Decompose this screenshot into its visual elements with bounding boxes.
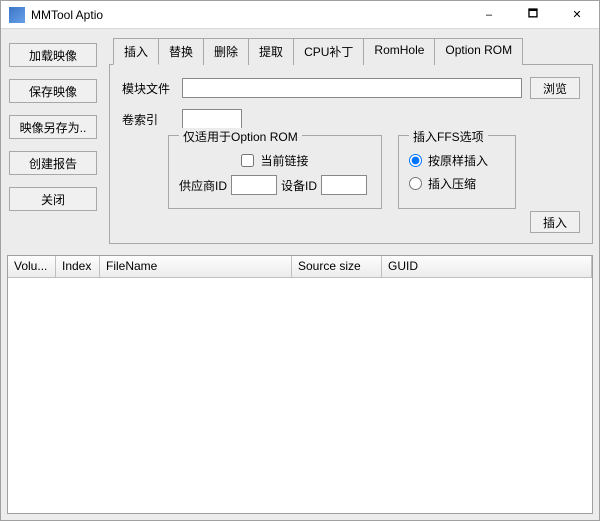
group-ffs-legend: 插入FFS选项: [409, 128, 488, 145]
current-link-checkbox-row[interactable]: 当前链接: [179, 152, 371, 169]
radio-insert-asis-label: 按原样插入: [428, 152, 488, 169]
titlebar: MMTool Aptio – 🗖 ✕: [1, 1, 599, 29]
app-window: MMTool Aptio – 🗖 ✕ 加载映像 保存映像 映像另存为.. 创建报…: [0, 0, 600, 521]
module-table: Volu... Index FileName Source size GUID: [7, 255, 593, 514]
window-title: MMTool Aptio: [31, 8, 103, 22]
col-volume[interactable]: Volu...: [8, 256, 56, 277]
tab-replace[interactable]: 替换: [158, 38, 204, 65]
module-file-input[interactable]: [182, 78, 522, 98]
tab-strip: 插入 替换 删除 提取 CPU补丁 RomHole Option ROM: [109, 38, 593, 65]
device-id-input[interactable]: [321, 175, 367, 195]
vendor-id-input[interactable]: [231, 175, 277, 195]
volume-index-label: 卷索引: [122, 111, 174, 128]
tab-body-insert: 模块文件 浏览 卷索引 仅适用于Option ROM 当前链接 供应商ID: [109, 64, 593, 244]
tab-delete[interactable]: 删除: [203, 38, 249, 65]
radio-insert-asis-row[interactable]: 按原样插入: [409, 152, 505, 169]
insert-button[interactable]: 插入: [530, 211, 580, 233]
tab-cpu-patch[interactable]: CPU补丁: [293, 38, 364, 65]
minimize-button[interactable]: –: [467, 1, 511, 29]
tab-romhole[interactable]: RomHole: [363, 38, 435, 65]
group-option-rom: 仅适用于Option ROM 当前链接 供应商ID 设备ID: [168, 135, 382, 209]
radio-insert-asis[interactable]: [409, 154, 422, 167]
col-filename[interactable]: FileName: [100, 256, 292, 277]
tab-panel: 插入 替换 删除 提取 CPU补丁 RomHole Option ROM 模块文…: [109, 37, 593, 247]
close-file-button[interactable]: 关闭: [9, 187, 97, 211]
create-report-button[interactable]: 创建报告: [9, 151, 97, 175]
col-index[interactable]: Index: [56, 256, 100, 277]
close-button[interactable]: ✕: [555, 1, 599, 29]
table-body[interactable]: [8, 278, 592, 513]
current-link-label: 当前链接: [260, 152, 308, 169]
group-ffs-options: 插入FFS选项 按原样插入 插入压缩: [398, 135, 516, 209]
browse-button[interactable]: 浏览: [530, 77, 580, 99]
load-image-button[interactable]: 加载映像: [9, 43, 97, 67]
tab-insert[interactable]: 插入: [113, 38, 159, 65]
module-file-label: 模块文件: [122, 80, 174, 97]
device-id-label: 设备ID: [281, 177, 317, 194]
save-image-as-button[interactable]: 映像另存为..: [9, 115, 97, 139]
client-area: 加载映像 保存映像 映像另存为.. 创建报告 关闭 插入 替换 删除 提取 CP…: [1, 29, 599, 520]
col-guid[interactable]: GUID: [382, 256, 592, 277]
tab-extract[interactable]: 提取: [248, 38, 294, 65]
radio-insert-compress-label: 插入压缩: [428, 175, 476, 192]
vendor-id-label: 供应商ID: [179, 177, 227, 194]
radio-insert-compress-row[interactable]: 插入压缩: [409, 175, 505, 192]
current-link-checkbox[interactable]: [241, 154, 254, 167]
app-icon: [9, 7, 25, 23]
col-sourcesize[interactable]: Source size: [292, 256, 382, 277]
tab-option-rom[interactable]: Option ROM: [434, 38, 523, 65]
volume-index-input[interactable]: [182, 109, 242, 129]
table-header: Volu... Index FileName Source size GUID: [8, 256, 592, 278]
sidebar: 加载映像 保存映像 映像另存为.. 创建报告 关闭: [9, 43, 97, 211]
group-option-rom-legend: 仅适用于Option ROM: [179, 128, 302, 145]
radio-insert-compress[interactable]: [409, 177, 422, 190]
save-image-button[interactable]: 保存映像: [9, 79, 97, 103]
maximize-button[interactable]: 🗖: [511, 1, 555, 29]
